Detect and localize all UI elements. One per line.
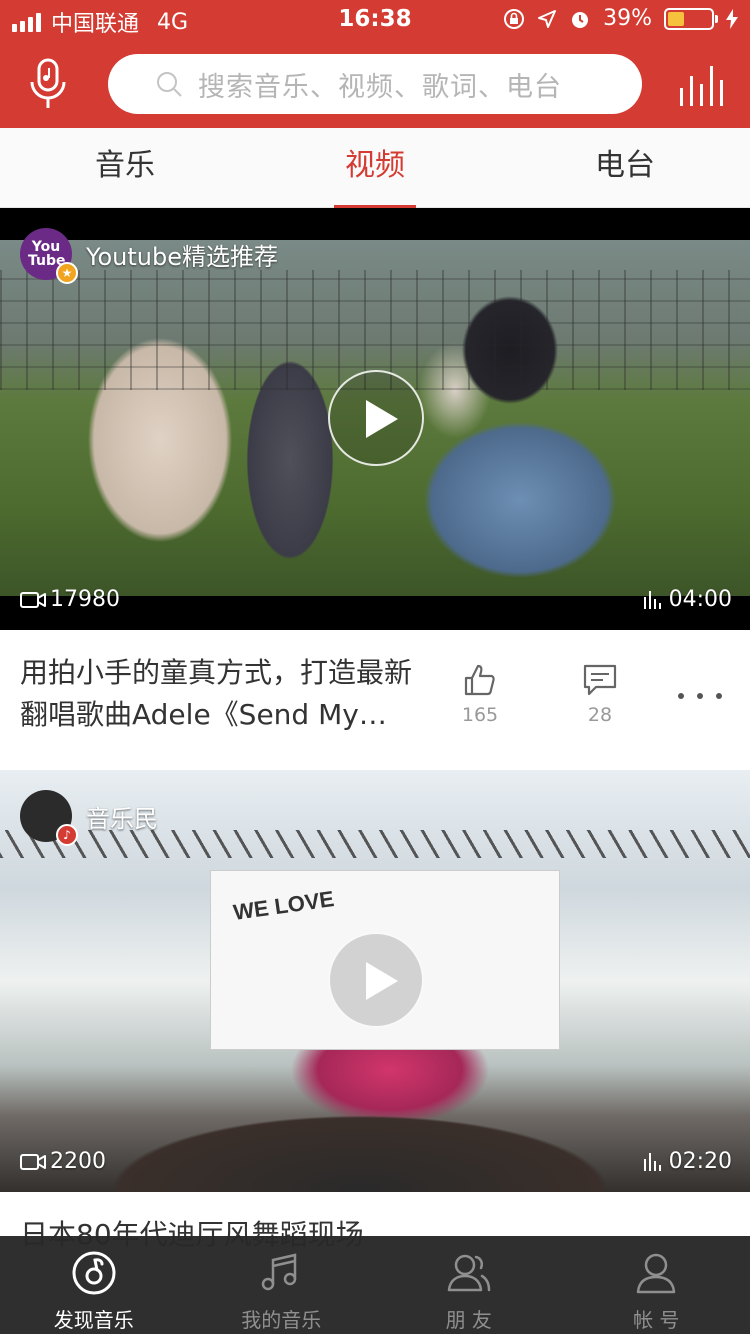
account-icon — [637, 1253, 676, 1294]
video-camera-icon — [20, 591, 46, 608]
duration-value: 02:20 — [668, 1149, 732, 1174]
battery-icon — [664, 7, 718, 30]
tabbar-friends[interactable]: 朋 友 — [375, 1236, 563, 1334]
like-count: 165 — [461, 704, 499, 726]
like-button[interactable]: 165 — [450, 662, 510, 726]
tabbar-discover-music[interactable]: 发现音乐 — [0, 1236, 188, 1334]
play-count-value: 2200 — [50, 1149, 106, 1174]
status-bar: 中国联通 4G 16:38 39% — [0, 0, 750, 40]
avatar-logo-text: You Tube — [28, 239, 66, 269]
bottom-tab-bar: 发现音乐 我的音乐 朋 友 帐 号 — [0, 1236, 750, 1334]
comment-icon — [583, 664, 617, 696]
duration-value: 04:00 — [668, 587, 732, 612]
microphone-icon — [30, 58, 66, 108]
video-duration: 02:20 — [643, 1149, 732, 1174]
tabbar-label: 朋 友 — [445, 1308, 492, 1332]
duration-bars-icon — [643, 1152, 661, 1171]
channel-info[interactable]: ♪ 音乐民 — [20, 790, 158, 846]
tabbar-label: 帐 号 — [633, 1308, 680, 1332]
video-info: 用拍小手的童真方式，打造最新翻唱歌曲Adele《Send My Love》 16… — [0, 630, 750, 770]
tabbar-label: 我的音乐 — [241, 1308, 322, 1332]
channel-avatar[interactable]: ♪ — [20, 790, 78, 846]
channel-name[interactable]: Youtube精选推荐 — [86, 237, 278, 272]
video-card: You Tube ★ Youtube精选推荐 17980 04:00 用拍小手的… — [0, 208, 750, 770]
channel-name[interactable]: 音乐民 — [86, 799, 158, 834]
tab-video[interactable]: 视频 — [250, 128, 500, 207]
friends-icon — [447, 1254, 490, 1292]
video-duration: 04:00 — [643, 587, 732, 612]
discover-music-icon — [72, 1251, 116, 1295]
duration-bars-icon — [643, 590, 661, 609]
tab-music[interactable]: 音乐 — [0, 128, 250, 207]
video-camera-icon — [20, 1153, 46, 1170]
tabbar-my-music[interactable]: 我的音乐 — [188, 1236, 376, 1334]
category-tabs: 音乐 视频 电台 — [0, 128, 750, 208]
more-options-button[interactable] — [678, 686, 722, 706]
search-input[interactable]: 搜索音乐、视频、歌词、电台 — [108, 54, 642, 114]
charging-icon — [726, 8, 738, 29]
play-button[interactable] — [328, 932, 424, 1028]
tabbar-label: 发现音乐 — [53, 1308, 134, 1332]
alarm-icon — [572, 11, 589, 28]
voice-search-button[interactable] — [28, 56, 68, 112]
play-button[interactable] — [328, 370, 424, 466]
battery-percent: 39% — [603, 6, 652, 31]
play-count: 17980 — [20, 587, 120, 612]
video-title[interactable]: 用拍小手的童真方式，打造最新翻唱歌曲Adele《Send My Love》 — [20, 652, 420, 736]
comment-count: 28 — [587, 704, 613, 726]
video-thumbnail[interactable]: WE LOVE ♪ 音乐民 2200 02:20 — [0, 770, 750, 1192]
search-icon — [157, 72, 182, 97]
rotation-lock-icon — [504, 8, 525, 29]
status-right: 39% — [503, 6, 738, 31]
video-thumbnail[interactable]: You Tube ★ Youtube精选推荐 17980 04:00 — [0, 208, 750, 630]
now-playing-button[interactable] — [680, 64, 724, 106]
search-placeholder: 搜索音乐、视频、歌词、电台 — [198, 71, 562, 103]
channel-avatar[interactable]: You Tube ★ — [20, 228, 78, 284]
tabbar-account[interactable]: 帐 号 — [563, 1236, 750, 1334]
app-header: 中国联通 4G 16:38 39% 搜索音乐、视频、歌词、电台 — [0, 0, 750, 128]
music-badge-icon: ♪ — [56, 824, 78, 846]
play-count-value: 17980 — [50, 587, 120, 612]
star-badge-icon: ★ — [56, 262, 78, 284]
comment-button[interactable]: 28 — [570, 662, 630, 726]
play-count: 2200 — [20, 1149, 106, 1174]
location-icon — [538, 9, 557, 28]
thumbs-up-icon — [464, 664, 495, 696]
music-note-icon — [262, 1253, 297, 1291]
channel-info[interactable]: You Tube ★ Youtube精选推荐 — [20, 228, 278, 284]
tab-radio[interactable]: 电台 — [500, 128, 750, 207]
